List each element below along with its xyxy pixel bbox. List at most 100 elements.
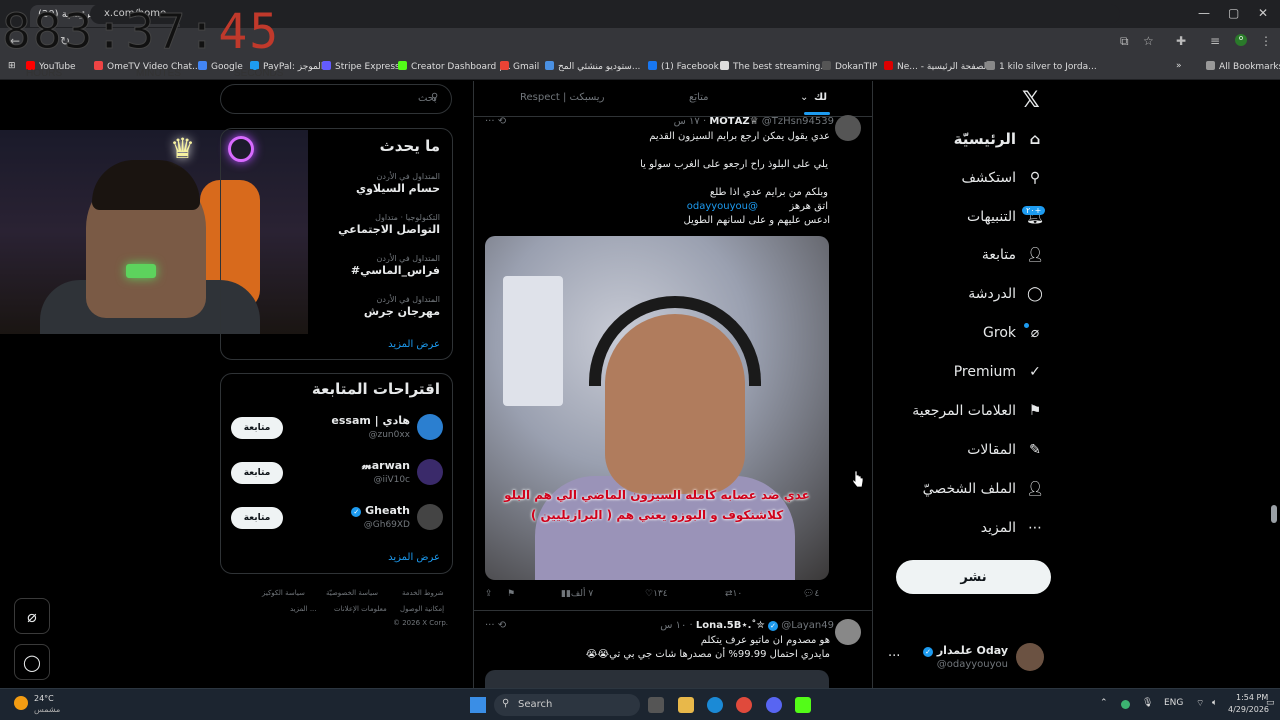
account-switcher[interactable]: ✓ علمدار Oday @odayyouyou ···: [888, 643, 1048, 673]
footer-link[interactable]: المزيد ...: [290, 605, 317, 613]
follow-button[interactable]: متابعة: [231, 462, 283, 484]
nav-item-5[interactable]: ◯ الدردشة: [968, 282, 1044, 306]
follow-button[interactable]: متابعة: [231, 417, 283, 439]
repost-button[interactable]: ⇄ ١٠: [725, 589, 742, 599]
bookmark-item[interactable]: (1) Facebook: [648, 61, 719, 72]
tweet-media[interactable]: [485, 670, 829, 690]
trend-item[interactable]: #فراس_الماسي: [351, 264, 440, 277]
avatar[interactable]: [417, 459, 443, 485]
search-input[interactable]: بحث ⚲: [220, 84, 452, 114]
discord-icon[interactable]: [766, 697, 782, 713]
task-view-icon[interactable]: [648, 697, 664, 713]
like-button[interactable]: ♡ ١٣٤: [645, 589, 668, 599]
chevron-down-icon[interactable]: ⌄: [800, 92, 808, 103]
profile-avatar-icon[interactable]: o: [1235, 34, 1247, 46]
tweet-video[interactable]: عدي ضد عصابه كامله السيزون الماضي الي هم…: [485, 236, 829, 580]
bookmark-icon[interactable]: ⚑: [507, 589, 515, 599]
avatar[interactable]: [417, 414, 443, 440]
footer-link[interactable]: سياسة الخصوصيّة: [326, 589, 378, 597]
timeline-tabs: لك ⌄ متابَع Respect | ريسبكت: [474, 81, 872, 117]
scrollbar[interactable]: [1271, 505, 1277, 523]
search-icon: ⚲: [1029, 170, 1041, 186]
bookmark-item[interactable]: 1 kilo silver to Jorda...: [986, 61, 1097, 72]
views-button[interactable]: ▮▮ ٧ ألف: [561, 589, 593, 599]
windows-start-icon[interactable]: [470, 697, 486, 713]
apps-grid-icon[interactable]: ⊞: [8, 61, 16, 71]
grok-float-button[interactable]: ⌀: [14, 598, 50, 634]
trend-item[interactable]: حسام السيلاوي: [356, 182, 440, 195]
maximize-icon[interactable]: ▢: [1228, 6, 1239, 20]
volume-icon[interactable]: 🔈︎: [1212, 698, 1217, 708]
edge-icon[interactable]: [707, 697, 723, 713]
bookmark-item[interactable]: Stripe Express: [322, 61, 400, 72]
post-button[interactable]: نشر: [896, 560, 1051, 594]
file-explorer-icon[interactable]: [678, 697, 694, 713]
nav-item-label: المقالات: [967, 442, 1016, 458]
show-more-link[interactable]: عرض المزيد: [388, 552, 440, 563]
language-indicator[interactable]: ENG: [1164, 698, 1183, 708]
all-bookmarks[interactable]: All Bookmarks: [1206, 61, 1280, 72]
star-icon[interactable]: ☆: [1143, 34, 1154, 48]
x-logo-icon[interactable]: 𝕏: [1022, 88, 1040, 113]
taskbar: 24°C مشمس ⚲ Search ⌃ 🎙︎ ENG ⌔ 🔈︎ 1:54 PM …: [0, 688, 1280, 720]
follow-button[interactable]: متابعة: [231, 507, 283, 529]
person-add-icon: 👤︎: [1026, 247, 1044, 263]
network-icon[interactable]: ⌔: [1196, 698, 1204, 709]
tweet-more-icon[interactable]: ··· ⟲: [485, 620, 506, 631]
bookmark-item[interactable]: The best streaming...: [720, 61, 829, 72]
tweet-more-icon[interactable]: ··· ⟲: [485, 116, 506, 127]
bookmark-item[interactable]: Creator Dashboard |...: [398, 61, 511, 72]
avatar[interactable]: [417, 504, 443, 530]
weather-icon[interactable]: [14, 696, 28, 710]
messages-float-button[interactable]: ◯: [14, 644, 50, 680]
minimize-icon[interactable]: —: [1198, 6, 1210, 20]
avatar[interactable]: [835, 619, 861, 645]
footer-link[interactable]: سياسة الكوكيز: [262, 589, 305, 597]
tab-respect[interactable]: Respect | ريسبكت: [520, 92, 604, 103]
bookmark-item[interactable]: Gmail: [500, 61, 539, 72]
tray-overflow-icon[interactable]: ⌃: [1100, 698, 1108, 708]
chrome-icon[interactable]: [736, 697, 752, 713]
bookmark-item[interactable]: ستوديو منشئي المح...: [545, 61, 640, 72]
microphone-icon[interactable]: 🎙︎: [1142, 698, 1153, 708]
footer-link[interactable]: معلومات الإعلانات: [334, 605, 387, 613]
footer-link[interactable]: شروط الخدمة: [402, 589, 444, 597]
nav-item-4[interactable]: 👤︎ متابعة: [982, 243, 1044, 267]
nav-item-label: Premium: [953, 364, 1016, 380]
nav-item-7[interactable]: ✓ Premium: [954, 360, 1044, 384]
menu-icon[interactable]: ⋮: [1260, 34, 1272, 48]
footer-link[interactable]: إمكانية الوصول: [400, 605, 444, 613]
bookmark-item[interactable]: Ne... - الصفحة الرئيسية: [884, 61, 989, 72]
bookmark-item[interactable]: DokanTIP: [822, 61, 877, 72]
trend-item[interactable]: التواصل الاجتماعي: [338, 223, 440, 236]
clock-time[interactable]: 1:54 PM: [1236, 693, 1268, 702]
nav-item-11[interactable]: ⋯ المزيد: [981, 516, 1044, 540]
extensions-icon[interactable]: ✚: [1176, 34, 1186, 48]
nav-item-10[interactable]: 👤︎ الملف الشخصيّ: [923, 477, 1044, 501]
avatar[interactable]: [835, 115, 861, 141]
clock-date[interactable]: 4/29/2026: [1228, 705, 1269, 714]
install-icon[interactable]: ⧉: [1120, 34, 1129, 49]
notifications-icon[interactable]: ▭: [1266, 698, 1275, 708]
media-icon[interactable]: ≡: [1210, 34, 1220, 48]
kick-icon[interactable]: [795, 697, 811, 713]
tray-app-icon[interactable]: [1121, 700, 1130, 709]
tab-following[interactable]: متابَع: [689, 92, 709, 103]
show-more-link[interactable]: عرض المزيد: [388, 339, 440, 350]
tweet-mention[interactable]: @odayyouyou: [687, 201, 758, 212]
trend-item[interactable]: مهرجان جرش: [364, 305, 440, 318]
nav-item-1[interactable]: ⌂ الرئيسيّة: [954, 127, 1044, 151]
tab-for-you[interactable]: لك: [814, 92, 827, 103]
taskbar-search[interactable]: ⚲ Search: [494, 694, 640, 716]
reply-button[interactable]: 💬︎ ٤: [803, 589, 819, 599]
more-dots-icon[interactable]: ···: [888, 649, 900, 664]
share-icon[interactable]: ⇪: [485, 589, 493, 599]
nav-item-8[interactable]: ⚑ العلامات المرجعية: [912, 399, 1044, 423]
weather-temp[interactable]: 24°C: [34, 694, 54, 703]
nav-item-6[interactable]: ⌀ Grok: [983, 321, 1044, 345]
close-window-icon[interactable]: ✕: [1258, 6, 1268, 20]
chat-icon: ◯: [23, 652, 41, 672]
bookmarks-overflow-icon[interactable]: »: [1176, 61, 1182, 71]
nav-item-9[interactable]: ✎ المقالات: [967, 438, 1044, 462]
nav-item-2[interactable]: ⚲ استكشف: [961, 166, 1044, 190]
